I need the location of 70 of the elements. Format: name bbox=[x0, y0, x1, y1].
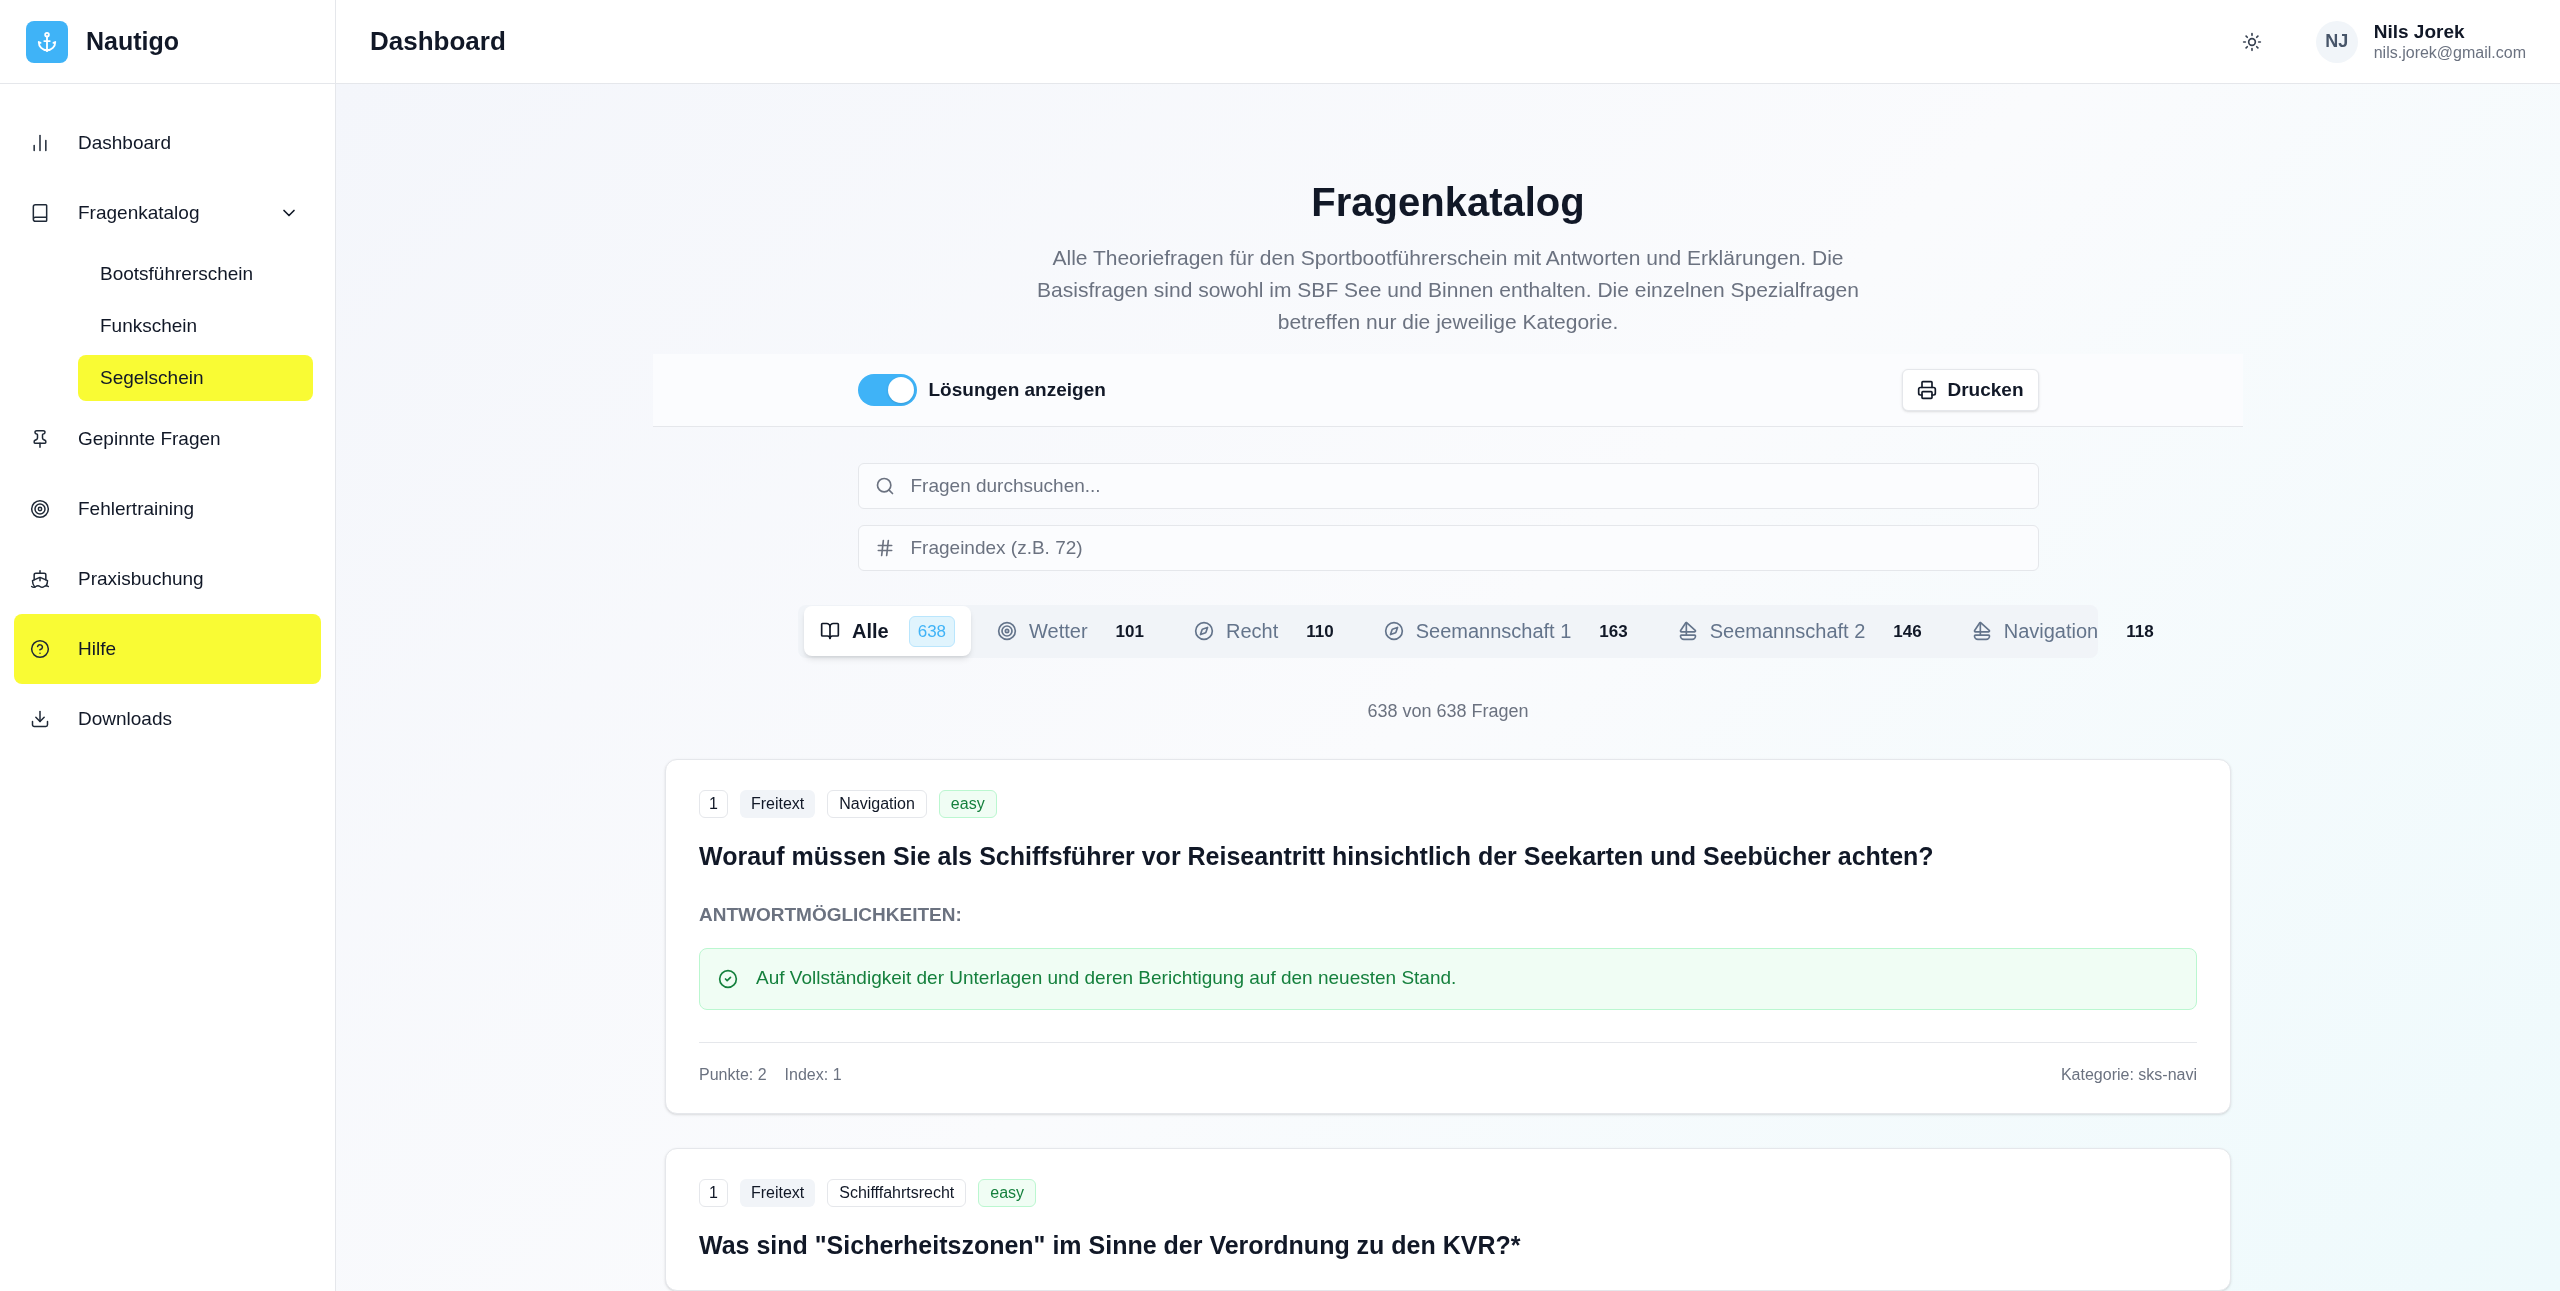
index-input[interactable]: Frageindex (z.B. 72) bbox=[910, 533, 2022, 563]
difficulty-badge: easy bbox=[978, 1178, 1037, 1207]
count-label: 638 bbox=[908, 615, 956, 647]
sidebar-item[interactable]: Dashboard bbox=[14, 108, 321, 178]
nav-icon bbox=[30, 429, 50, 449]
result-count: 638 von 638 Fragen bbox=[1367, 699, 1529, 723]
compass-icon bbox=[1194, 621, 1214, 642]
nav-icon bbox=[30, 639, 50, 659]
check-icon bbox=[718, 968, 738, 989]
sidebar-item[interactable]: Downloads bbox=[14, 684, 321, 754]
category-tab[interactable]: Wetter 101 bbox=[981, 606, 1168, 657]
index-text: Index: 1 bbox=[784, 1064, 843, 1085]
category-tab[interactable]: Recht 110 bbox=[1178, 606, 1358, 657]
search-field[interactable]: Fragen durchsuchen... bbox=[857, 462, 2039, 509]
count-label: 118 bbox=[2125, 620, 2155, 643]
category-badge: Schifffahrtsrecht bbox=[827, 1178, 967, 1207]
category-tab[interactable]: Navigation 118 bbox=[1955, 606, 2178, 657]
sidebar-subitem[interactable]: Bootsführerschein bbox=[78, 251, 313, 297]
sidebar-item[interactable]: Hilfe bbox=[14, 614, 321, 684]
page-title: Fragenkatalog bbox=[1311, 179, 1585, 226]
sidebar-item[interactable]: Fragenkatalog bbox=[14, 178, 321, 248]
count-label: 110 bbox=[1305, 620, 1335, 643]
avatar: NJ bbox=[2315, 20, 2358, 63]
target-icon bbox=[997, 621, 1018, 642]
index-field[interactable]: Frageindex (z.B. 72) bbox=[857, 525, 2039, 572]
number-badge: 1 bbox=[699, 789, 728, 818]
category-badge: Navigation bbox=[827, 789, 927, 818]
app-name: Nautigo bbox=[86, 25, 180, 57]
count-label: 101 bbox=[1114, 620, 1145, 643]
compass-icon bbox=[1383, 621, 1404, 642]
printer-icon bbox=[1917, 380, 1938, 400]
question-text: Worauf müssen Sie als Schiffsführer vor Reiseantritt hinsichtlich der Seekarten und Seebücher achten? bbox=[699, 840, 1935, 872]
category-tab[interactable]: Seemannschaft 2 146 bbox=[1661, 606, 1946, 657]
number-badge: 1 bbox=[699, 1178, 728, 1207]
answers-label: ANTWORTMÖGLICHKEITEN: bbox=[699, 903, 963, 927]
user-email: nils.jorek@gmail.com bbox=[2373, 43, 2526, 64]
answer-option: Auf Vollständigkeit der Unterlagen und deren Berichtigung auf den neuesten Stand. bbox=[699, 947, 2197, 1010]
search-input[interactable]: Fragen durchsuchen... bbox=[910, 471, 2022, 501]
sidebar-item[interactable]: Gepinnte Fragen bbox=[14, 404, 321, 474]
toggle-switch[interactable] bbox=[857, 374, 917, 406]
page-description: Alle Theoriefragen für den Sportbootführerschein mit Antworten und Erklärungen. Die Basisfragen sind sowohl im SBF See und Binnen enthalten. Die einzelnen Spezialfragen betreffen nur die jeweilige Kategorie. bbox=[1036, 245, 1860, 335]
nav-icon bbox=[30, 203, 50, 223]
book-icon bbox=[820, 621, 840, 642]
theme-toggle-icon[interactable] bbox=[2241, 31, 2262, 52]
page-header-title: Dashboard bbox=[370, 25, 507, 58]
user-name: Nils Jorek bbox=[2373, 19, 2466, 44]
nav-icon bbox=[30, 499, 50, 519]
sidebar-subitem[interactable]: Funkschein bbox=[78, 303, 313, 349]
category-tab[interactable]: Alle 638 bbox=[804, 606, 972, 657]
logo-icon bbox=[26, 20, 68, 63]
sidebar-subitem[interactable]: Segelschein bbox=[78, 355, 313, 401]
print-button[interactable]: Drucken bbox=[1902, 369, 2039, 411]
category-tab[interactable]: Seemannschaft 1 163 bbox=[1367, 606, 1652, 657]
toggle-label: Lösungen anzeigen bbox=[928, 377, 1107, 402]
sidebar-item[interactable]: Praxisbuchung bbox=[14, 544, 321, 614]
nav-icon bbox=[30, 133, 50, 153]
type-badge: Freitext bbox=[739, 1178, 816, 1207]
difficulty-badge: easy bbox=[938, 789, 997, 818]
type-badge: Freitext bbox=[739, 789, 816, 818]
question-text: Was sind "Sicherheitszonen" im Sinne der Verordnung zu den KVR?* bbox=[699, 1229, 1522, 1261]
category-code-text: Kategorie: sks-navi bbox=[2060, 1064, 2197, 1085]
sidebar-item[interactable]: Fehlertraining bbox=[14, 474, 321, 544]
sailboat-icon bbox=[1677, 621, 1698, 642]
sailboat-icon bbox=[1971, 621, 1992, 642]
search-icon bbox=[874, 476, 895, 496]
nav-icon bbox=[30, 709, 50, 729]
count-label: 163 bbox=[1598, 620, 1629, 643]
points-text: Punkte: 2 bbox=[699, 1064, 767, 1085]
count-label: 146 bbox=[1892, 620, 1923, 643]
nav-icon bbox=[30, 569, 50, 589]
